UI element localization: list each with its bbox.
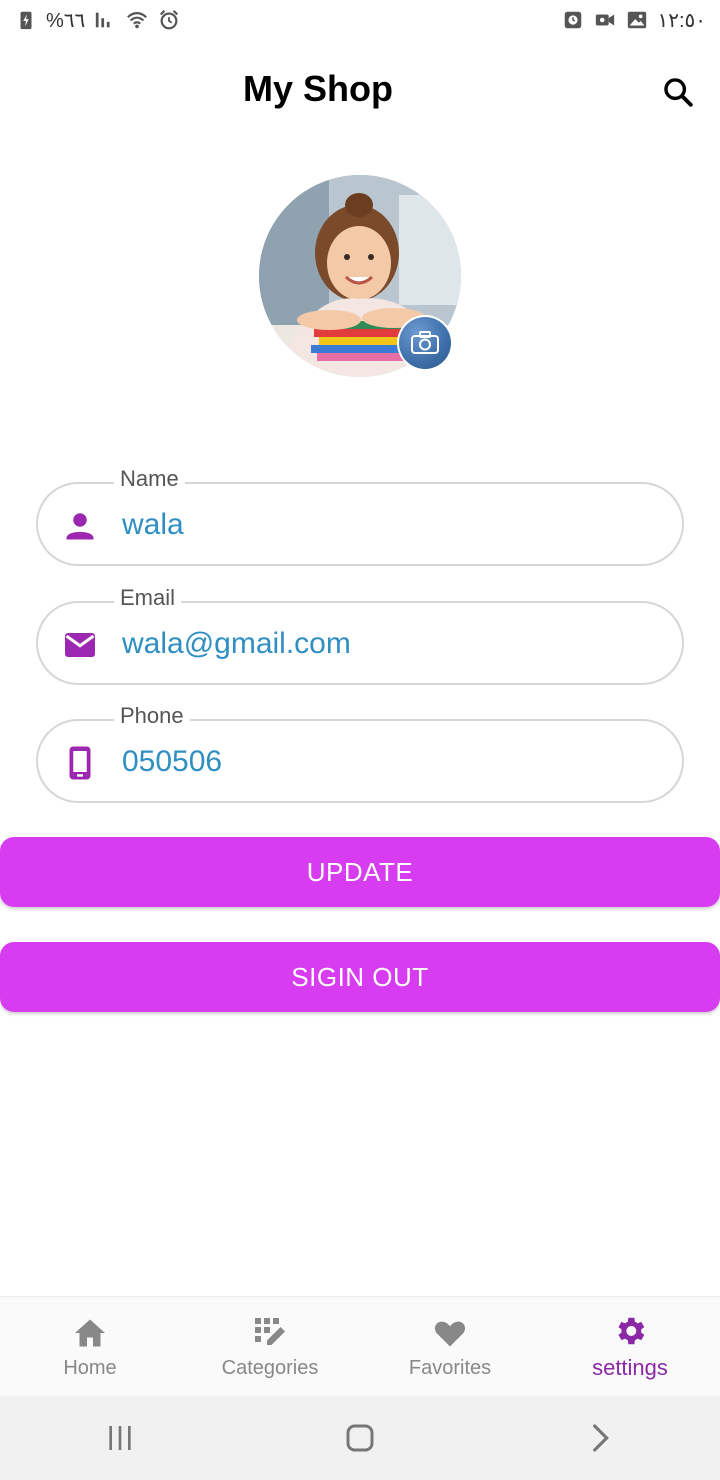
home-system-button[interactable] [330, 1408, 390, 1468]
name-input[interactable] [122, 508, 642, 542]
heart-icon [434, 1321, 466, 1346]
categories-icon [255, 1317, 285, 1345]
nav-label-categories: Categories [221, 1356, 319, 1379]
nav-item-settings[interactable]: settings [540, 1297, 720, 1397]
mail-icon [60, 625, 100, 665]
status-left: %٦٦ [14, 8, 181, 33]
back-button[interactable] [570, 1408, 630, 1468]
bottom-navigation: Home Categories Favorites settings [0, 1296, 720, 1397]
nav-item-home[interactable]: Home [0, 1297, 180, 1397]
nav-label-home: Home [63, 1356, 117, 1379]
nav-item-favorites[interactable]: Favorites [360, 1297, 540, 1397]
recent-apps-icon [109, 1426, 131, 1450]
nav-item-categories[interactable]: Categories [180, 1297, 360, 1397]
phone-icon [60, 743, 100, 783]
home-square-icon [346, 1424, 374, 1452]
change-photo-button[interactable] [397, 315, 453, 371]
signal-icon [93, 8, 117, 32]
app-bar: My Shop [0, 50, 720, 130]
phone-field[interactable]: Phone [36, 703, 684, 803]
sign-out-button[interactable]: SIGIN OUT [0, 942, 720, 1012]
video-icon [593, 8, 617, 32]
home-icon [75, 1319, 105, 1346]
wifi-icon [125, 8, 149, 32]
search-icon [664, 78, 693, 107]
camera-icon-wrap [399, 317, 451, 369]
search-button[interactable] [656, 70, 700, 114]
gear-icon [618, 1317, 645, 1345]
status-bar: %٦٦ ١٢:٥٠ [0, 0, 720, 40]
timer-icon [561, 8, 585, 32]
phone-label: Phone [114, 703, 190, 729]
phone-input[interactable] [122, 745, 642, 779]
system-navigation-bar [0, 1396, 720, 1480]
camera-icon [411, 331, 439, 354]
update-button[interactable]: UPDATE [0, 837, 720, 907]
person-icon [60, 506, 100, 546]
name-label: Name [114, 466, 185, 492]
email-field[interactable]: Email [36, 585, 684, 685]
recent-apps-button[interactable] [90, 1408, 150, 1468]
chevron-right-icon [593, 1424, 609, 1452]
status-right: ١٢:٥٠ [561, 8, 706, 33]
profile-avatar-section [259, 175, 461, 377]
battery-percent: %٦٦ [46, 9, 86, 32]
name-field[interactable]: Name [36, 466, 684, 566]
email-label: Email [114, 585, 182, 611]
nav-label-favorites: Favorites [408, 1356, 492, 1379]
page-title: My Shop [243, 68, 393, 109]
email-input[interactable] [122, 627, 642, 661]
alarm-icon [157, 8, 181, 32]
nav-label-settings: settings [592, 1355, 668, 1380]
battery-charging-icon [14, 8, 38, 32]
clock-time: ١٢:٥٠ [657, 9, 706, 32]
image-icon [625, 8, 649, 32]
